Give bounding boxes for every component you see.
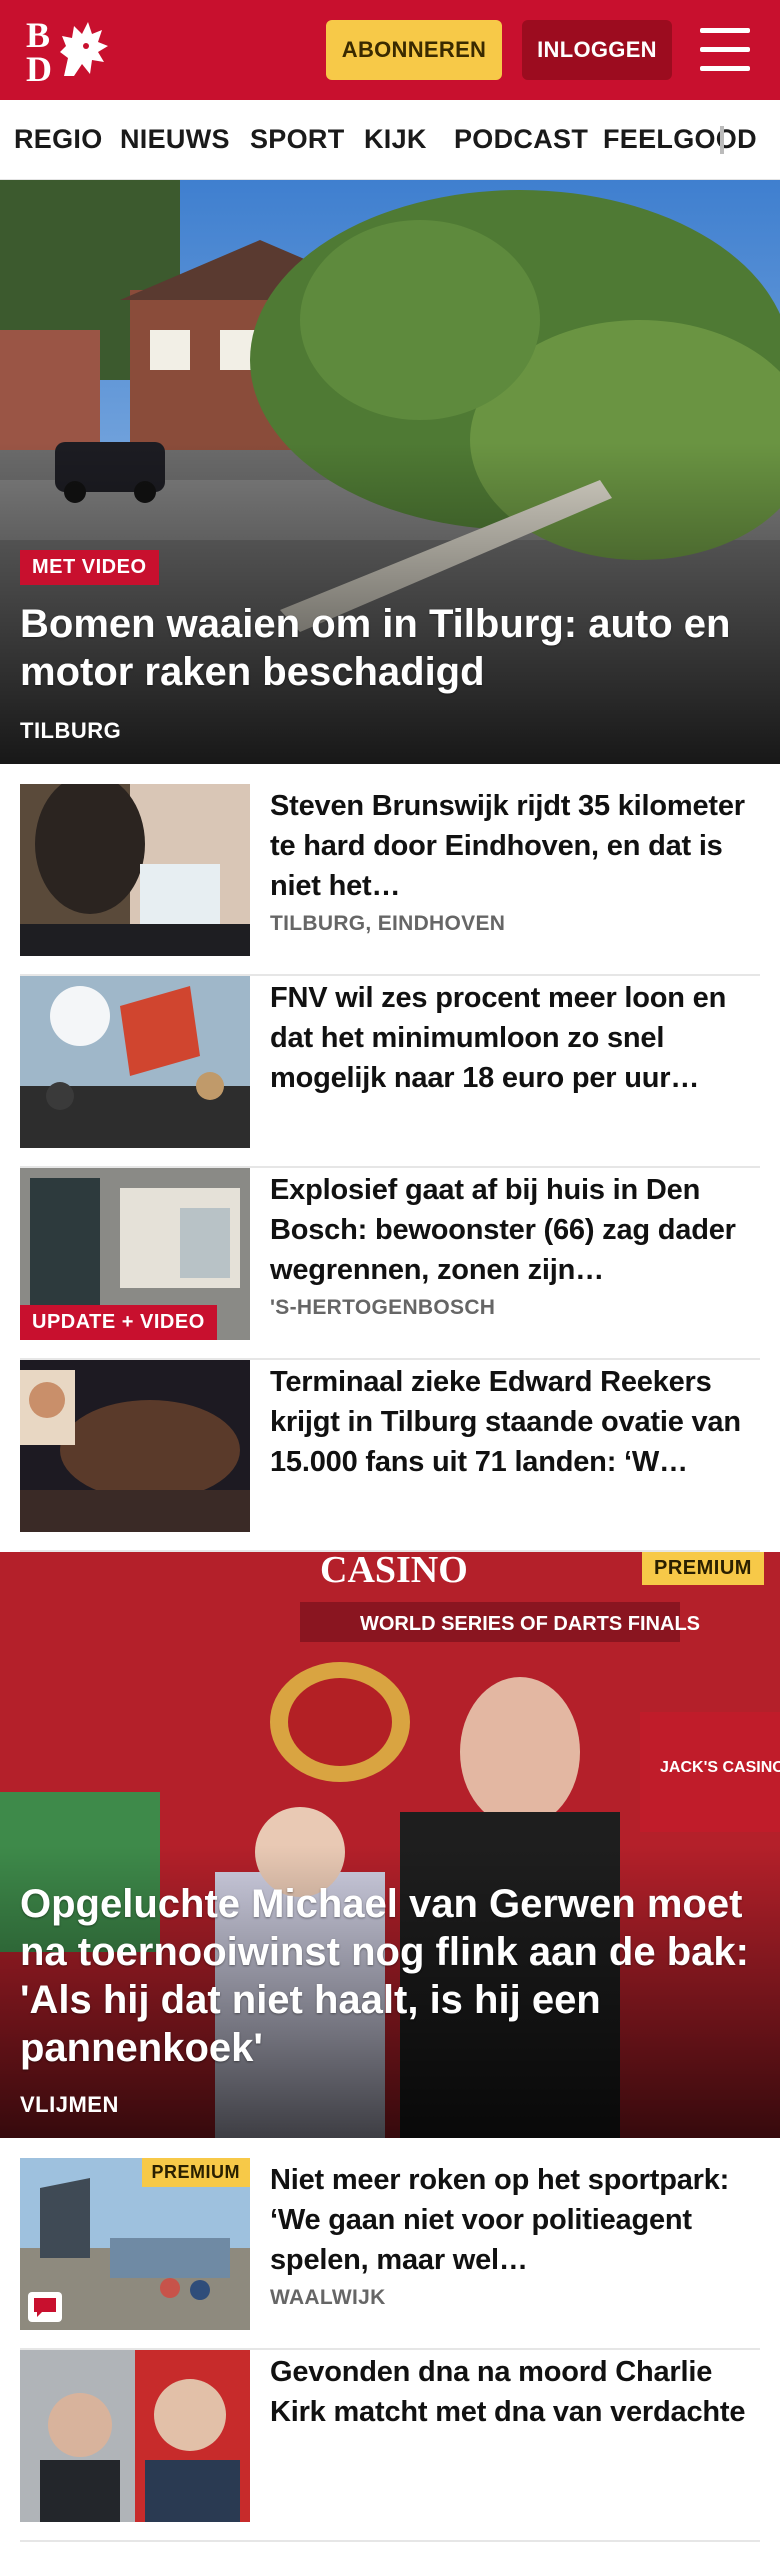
hero-location: TILBURG [20, 718, 122, 743]
article-title[interactable]: Gevonden dna na moord Charlie Kirk match… [270, 2352, 760, 2432]
list-item[interactable]: Steven Brunswijk rijdt 35 kilometer te h… [20, 784, 760, 976]
nav-item-sport[interactable]: SPORT [250, 124, 345, 155]
article-title[interactable]: Niet meer roken op het sportpark: ‘We ga… [270, 2160, 760, 2280]
article-location: WAALWIJK [270, 2286, 386, 2309]
comment-icon[interactable] [28, 2292, 62, 2322]
nav-item-regio[interactable]: REGIO [14, 124, 103, 155]
nav-overflow-indicator [720, 126, 724, 154]
article-thumbnail [20, 1360, 250, 1532]
lion-logo-icon [60, 22, 108, 76]
hero-video-badge: MET VIDEO [20, 550, 159, 585]
subscribe-button[interactable]: ABONNEREN [326, 20, 502, 80]
list-item[interactable]: PREMIUM Niet meer roken op het sportpark… [20, 2158, 760, 2350]
login-button[interactable]: INLOGGEN [522, 20, 672, 80]
article-thumbnail [20, 976, 250, 1148]
nav-item-nieuws[interactable]: NIEUWS [120, 124, 230, 155]
article-title[interactable]: Explosief gaat af bij huis in Den Bosch:… [270, 1170, 760, 1290]
article-thumbnail: UPDATE + VIDEO [20, 1168, 250, 1340]
site-logo[interactable]: B D [24, 14, 114, 89]
article-thumbnail [20, 784, 250, 956]
premium-badge: PREMIUM [642, 1552, 764, 1585]
section-nav: REGIO NIEUWS SPORT KIJK PODCAST FEELGOOD [0, 100, 780, 180]
list-item[interactable]: Gevonden dna na moord Charlie Kirk match… [20, 2350, 760, 2542]
article-title[interactable]: FNV wil zes procent meer loon en dat het… [270, 978, 760, 1098]
feature-sign-right: JACK'S CASINO AMSTERDAM [660, 1759, 780, 1776]
article-location: TILBURG, EINDHOVEN [270, 912, 506, 935]
article-thumbnail: PREMIUM [20, 2158, 250, 2330]
article-title[interactable]: Steven Brunswijk rijdt 35 kilometer te h… [270, 786, 760, 906]
nav-item-kijk[interactable]: KIJK [364, 124, 427, 155]
list-item[interactable]: UPDATE + VIDEO Explosief gaat af bij hui… [20, 1168, 760, 1360]
hero-article[interactable]: MET VIDEO Bomen waaien om in Tilburg: au… [0, 180, 780, 764]
feature-sign-banner: WORLD SERIES OF DARTS FINALS [360, 1613, 700, 1635]
list-item[interactable]: FNV wil zes procent meer loon en dat het… [20, 976, 760, 1168]
logo-letter-d: D [26, 49, 52, 89]
hamburger-menu-icon[interactable] [700, 28, 750, 72]
feature-sign-top: CASINO [320, 1552, 468, 1591]
feature-title[interactable]: Opgeluchte Michael van Gerwen moet na to… [20, 1880, 770, 2072]
list-item[interactable]: Terminaal zieke Edward Reekers krijgt in… [20, 1360, 760, 1552]
top-header: B D ABONNEREN INLOGGEN [0, 0, 780, 100]
feature-article[interactable]: CASINO WORLD SERIES OF DARTS FINALS JACK… [0, 1552, 780, 2138]
article-update-badge: UPDATE + VIDEO [20, 1305, 217, 1340]
article-location: 'S-HERTOGENBOSCH [270, 1296, 496, 1319]
hero-title[interactable]: Bomen waaien om in Tilburg: auto en moto… [20, 600, 760, 696]
feature-location: VLIJMEN [20, 2092, 119, 2117]
nav-item-podcast[interactable]: PODCAST [454, 124, 588, 155]
article-title[interactable]: Terminaal zieke Edward Reekers krijgt in… [270, 1362, 760, 1482]
premium-badge: PREMIUM [141, 2158, 250, 2187]
article-thumbnail [20, 2350, 250, 2522]
nav-item-feelgood[interactable]: FEELGOOD [603, 124, 757, 155]
